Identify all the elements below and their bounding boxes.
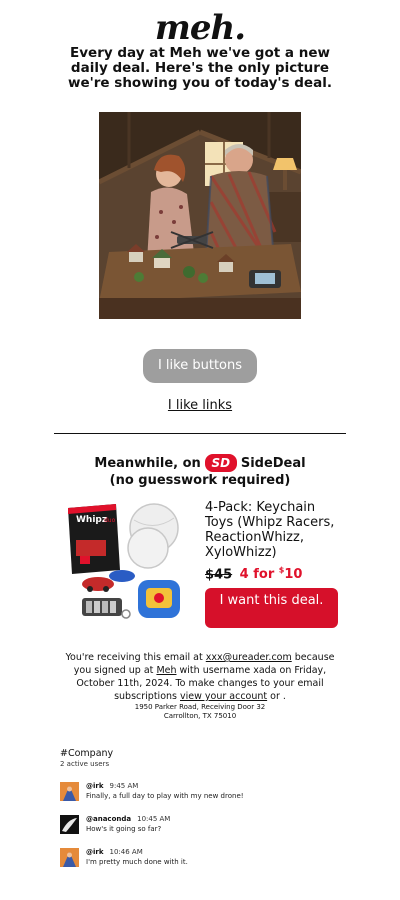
view-account-link[interactable]: view your account	[180, 691, 267, 702]
i-like-links-link[interactable]: I like links	[0, 398, 400, 413]
meh-logo[interactable]: meh.	[0, 8, 400, 48]
chat-time: 10:46 AM	[109, 848, 143, 856]
deal-photo-illustration	[99, 112, 301, 319]
chat-message: @irk 10:46 AM I'm pretty much done with i…	[60, 848, 360, 868]
price-new-value: 10	[284, 567, 303, 583]
i-like-buttons-button[interactable]: I like buttons	[143, 349, 257, 383]
email-link[interactable]: xxx@ureader.com	[206, 652, 292, 663]
chat-text: Finally, a full day to play with my new …	[86, 792, 244, 800]
address-line2: Carrollton, TX 75010	[163, 712, 237, 720]
deal-photo[interactable]	[99, 112, 301, 319]
sidedeal-prefix: Meanwhile, on	[94, 455, 201, 471]
chat-text: I'm pretty much done with it.	[86, 858, 188, 866]
chat-message: @anaconda 10:45 AM How's it going so far?	[60, 815, 360, 835]
price-row: $45 4 for $10	[205, 566, 302, 582]
meh-site-link[interactable]: Meh	[156, 665, 176, 676]
keychain-toys-image: Whipz duo	[68, 503, 180, 619]
sidedeal-logo-icon[interactable]: SD	[204, 454, 237, 472]
product-title[interactable]: 4-Pack: Keychain Toys (Whipz Racers, Rea…	[205, 500, 345, 560]
address-line1: 1950 Parker Road, Receiving Door 32	[134, 703, 266, 711]
divider	[54, 433, 346, 434]
chat-username[interactable]: @irk	[86, 782, 104, 790]
svg-text:Whipz: Whipz	[76, 515, 107, 525]
chat-username[interactable]: @irk	[86, 848, 104, 856]
price-new-prefix: 4 for	[239, 567, 279, 583]
chat-text: How's it going so far?	[86, 825, 162, 833]
product-image[interactable]: Whipz duo	[62, 500, 192, 625]
want-deal-button[interactable]: I want this deal.	[205, 588, 338, 628]
price-new: 4 for $10	[239, 566, 303, 583]
chat-channel-name: #Company	[60, 748, 114, 759]
footer-line-start: You're receiving this email at	[65, 652, 206, 663]
sidedeal-heading: Meanwhile, on SD SideDeal (no guesswork …	[0, 454, 400, 489]
sidedeal-name[interactable]: SideDeal	[241, 455, 306, 472]
chat-username[interactable]: @anaconda	[86, 815, 131, 823]
footer-line-end: or .	[267, 691, 286, 702]
postal-address: 1950 Parker Road, Receiving Door 32 Carr…	[0, 703, 400, 721]
chat-active-users: 2 active users	[60, 760, 110, 768]
chat-time: 9:45 AM	[109, 782, 139, 790]
sidedeal-subtitle: (no guesswork required)	[109, 473, 291, 488]
chat-message: @irk 9:45 AM Finally, a full day to play …	[60, 782, 360, 802]
avatar	[60, 782, 79, 801]
avatar	[60, 815, 79, 834]
price-old: $45	[205, 567, 233, 583]
svg-text:duo: duo	[104, 517, 116, 524]
avatar	[60, 848, 79, 867]
headline: Every day at Meh we've got a new daily d…	[68, 45, 332, 91]
chat-time: 10:45 AM	[137, 815, 171, 823]
footer-notice: You're receiving this email at xxx@uread…	[58, 651, 342, 703]
